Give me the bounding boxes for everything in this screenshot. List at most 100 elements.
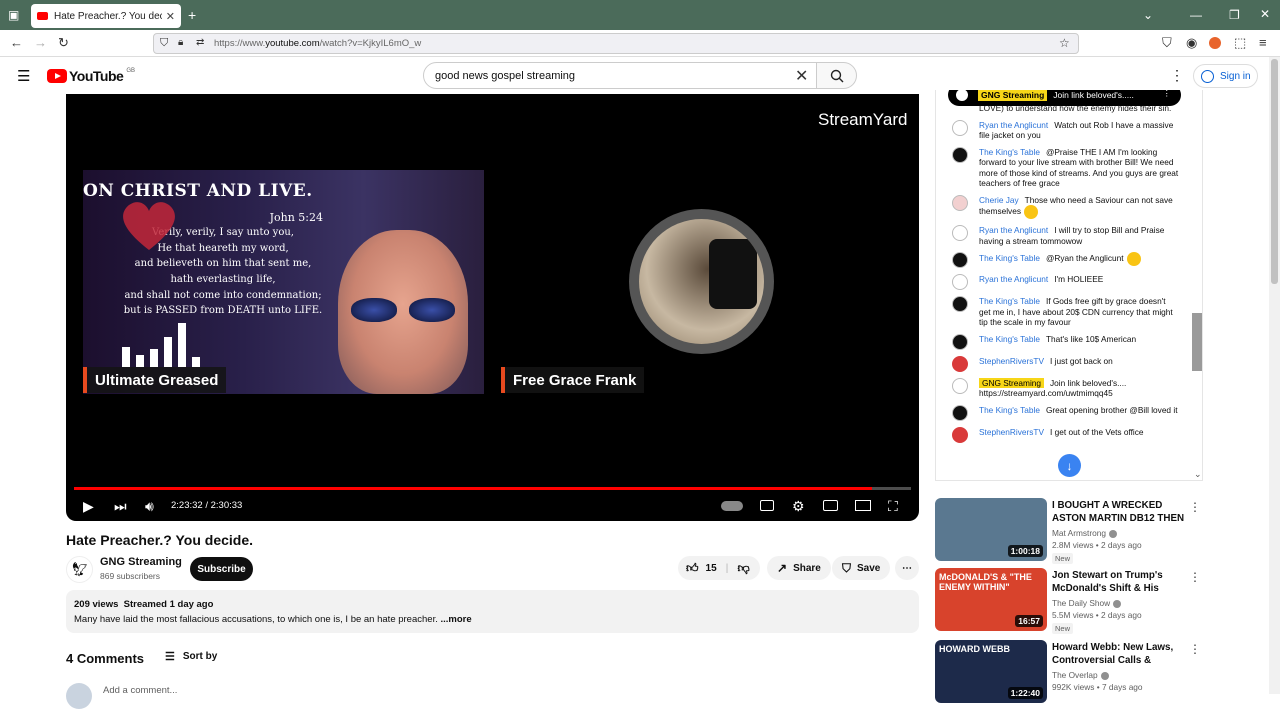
new-tab-icon[interactable]: + xyxy=(188,8,196,22)
recommendation-title[interactable]: Howard Webb: New Laws, Controversial Cal… xyxy=(1052,641,1186,668)
search-button[interactable] xyxy=(816,62,857,89)
next-icon[interactable]: ⏭︎ xyxy=(114,499,127,513)
chat-avatar[interactable] xyxy=(952,377,968,394)
address-bar[interactable]: ⛉ 🔒︎ ⇄ https://www. youtube.com/watch?v=K… xyxy=(153,33,1079,54)
list-tabs-icon[interactable]: ⌄ xyxy=(1143,9,1153,21)
bookmark-icon: ⛉ xyxy=(842,560,852,575)
pocket-icon[interactable]: ⛉ xyxy=(1162,36,1172,50)
progress-fill xyxy=(74,487,872,490)
permissions-icon[interactable]: ⇄ xyxy=(196,37,204,48)
volume-icon[interactable]: 🔊︎ xyxy=(145,499,154,513)
add-comment-input[interactable]: Add a comment... xyxy=(103,685,177,696)
save-button[interactable]: ⛉ Save xyxy=(832,556,891,580)
account-icon[interactable]: ◉ xyxy=(1186,36,1197,50)
recommendation-title[interactable]: Jon Stewart on Trump's McDonald's Shift … xyxy=(1052,569,1186,596)
chat-author[interactable]: StephenRiversTV xyxy=(979,356,1044,366)
chat-avatar[interactable] xyxy=(952,252,968,268)
video-player[interactable]: StreamYard ON CHRIST AND LIVE. John 5:24… xyxy=(66,94,919,521)
settings-more-icon[interactable]: ⋮ xyxy=(1170,67,1184,84)
extensions-icon[interactable]: ⬚ xyxy=(1234,36,1246,50)
close-window-icon[interactable]: ✕ xyxy=(1260,8,1270,20)
theater-mode-icon[interactable] xyxy=(855,500,871,511)
share-button[interactable]: ↗ Share xyxy=(767,556,831,580)
forward-icon[interactable]: → xyxy=(34,36,47,50)
like-count[interactable]: 15 xyxy=(706,563,717,574)
chat-author[interactable]: Cherie Jay xyxy=(979,195,1019,205)
chat-author[interactable]: Ryan the Anglicunt xyxy=(979,120,1048,130)
recommendation-item[interactable]: HOWARD WEBB 1:22:40 Howard Webb: New Laws,… xyxy=(935,640,1201,704)
chat-author[interactable]: Ryan the Anglicunt xyxy=(979,225,1048,235)
chat-avatar[interactable] xyxy=(952,426,968,443)
chat-scrollbar[interactable] xyxy=(1192,313,1202,371)
reload-icon[interactable]: ↻ xyxy=(58,36,69,50)
autoplay-toggle[interactable] xyxy=(721,501,743,511)
chat-author[interactable]: The King's Table xyxy=(979,147,1040,157)
chat-avatar[interactable] xyxy=(952,296,968,312)
chat-author[interactable]: StephenRiversTV xyxy=(979,427,1044,437)
fullscreen-icon[interactable]: ⛶ xyxy=(888,499,898,513)
tab-overview-icon[interactable]: ▣ xyxy=(8,9,19,21)
shield-icon[interactable]: ⛉ xyxy=(160,37,168,50)
youtube-logo[interactable]: YouTube GB xyxy=(47,68,135,84)
chat-avatar[interactable] xyxy=(952,274,968,290)
close-tab-icon[interactable]: ✕ xyxy=(166,10,175,23)
new-badge: New xyxy=(1052,623,1074,634)
recommendation-channel[interactable]: The Overlap xyxy=(1052,670,1098,680)
recommendation-more-icon[interactable]: ⋮ xyxy=(1189,570,1201,584)
chat-avatar[interactable] xyxy=(952,146,968,163)
recommendation-more-icon[interactable]: ⋮ xyxy=(1189,642,1201,656)
chat-author[interactable]: GNG Streaming xyxy=(979,377,1045,388)
sort-by-button[interactable]: ☰ Sort by xyxy=(165,650,217,663)
menu-icon[interactable]: ≡ xyxy=(1259,36,1267,50)
chat-author[interactable]: The King's Table xyxy=(979,253,1040,263)
chat-author[interactable]: Ryan the Anglicunt xyxy=(979,274,1048,284)
subscribe-button[interactable]: Subscribe xyxy=(190,557,253,581)
recommendation-thumbnail[interactable]: 1:00:18 xyxy=(935,498,1047,561)
sign-in-button[interactable]: Sign in xyxy=(1193,64,1258,88)
page-scrollbar[interactable] xyxy=(1269,57,1280,694)
dislike-icon[interactable]: 👎︎ xyxy=(737,561,749,576)
recommendation-title[interactable]: I BOUGHT A WRECKED ASTON MARTIN DB12 THE… xyxy=(1052,499,1186,526)
clear-search-icon[interactable]: ✕ xyxy=(795,66,808,86)
lock-icon[interactable]: 🔒︎ xyxy=(178,37,183,48)
recommendation-more-icon[interactable]: ⋮ xyxy=(1189,500,1201,514)
channel-name[interactable]: GNG Streaming xyxy=(100,556,182,568)
browser-tab[interactable]: Hate Preacher.? You decide. - Yo ✕ xyxy=(31,4,181,28)
chat-avatar[interactable] xyxy=(952,333,968,350)
chat-avatar[interactable] xyxy=(952,225,968,241)
chat-author[interactable]: The King's Table xyxy=(979,405,1040,415)
channel-avatar[interactable]: 🦅︎ xyxy=(66,556,93,583)
chat-avatar[interactable] xyxy=(952,194,968,211)
chat-avatar[interactable] xyxy=(952,355,968,372)
back-icon[interactable]: ← xyxy=(10,36,23,50)
more-link[interactable]: ...more xyxy=(441,614,472,625)
play-icon[interactable]: ▶ xyxy=(83,499,94,513)
progress-bar[interactable] xyxy=(74,487,911,490)
recommendation-channel[interactable]: The Daily Show xyxy=(1052,598,1110,608)
restore-icon[interactable]: ❐ xyxy=(1229,9,1240,21)
pinned-more-icon[interactable]: ⋮ xyxy=(1163,90,1172,99)
search-input[interactable]: good news gospel streaming xyxy=(423,62,817,89)
settings-gear-icon[interactable]: ⚙ xyxy=(792,499,805,513)
description-box[interactable]: 209 views Streamed 1 day ago Many have l… xyxy=(66,590,919,633)
chat-author[interactable]: The King's Table xyxy=(979,334,1040,344)
bookmark-star-icon[interactable]: ☆ xyxy=(1059,36,1070,50)
minimize-icon[interactable]: — xyxy=(1190,9,1202,21)
youtube-header: ☰ YouTube GB good news gospel streaming … xyxy=(0,57,1280,94)
recommendation-thumbnail[interactable]: McDONALD'S & "THE ENEMY WITHIN" 16:57 xyxy=(935,568,1047,631)
chat-avatar[interactable] xyxy=(952,119,968,136)
recommendation-item[interactable]: 1:00:18 I BOUGHT A WRECKED ASTON MARTIN D… xyxy=(935,498,1201,564)
scroll-down-icon[interactable]: ↓ xyxy=(1058,454,1081,477)
guide-menu-icon[interactable]: ☰ xyxy=(17,67,30,85)
extension-icon[interactable] xyxy=(1209,37,1221,49)
recommendation-item[interactable]: McDONALD'S & "THE ENEMY WITHIN" 16:57 Jon … xyxy=(935,568,1201,634)
chat-avatar[interactable] xyxy=(952,404,968,421)
like-icon[interactable]: 👍︎ xyxy=(686,561,699,576)
chat-scroll-arrow-icon[interactable]: ⌄ xyxy=(1194,469,1202,480)
recommendation-channel[interactable]: Mat Armstrong xyxy=(1052,528,1106,538)
chat-author[interactable]: The King's Table xyxy=(979,296,1040,306)
miniplayer-icon[interactable] xyxy=(823,500,838,511)
subtitles-icon[interactable] xyxy=(760,500,774,511)
search-icon xyxy=(830,69,843,82)
more-actions-button[interactable]: ⋯ xyxy=(895,556,919,580)
